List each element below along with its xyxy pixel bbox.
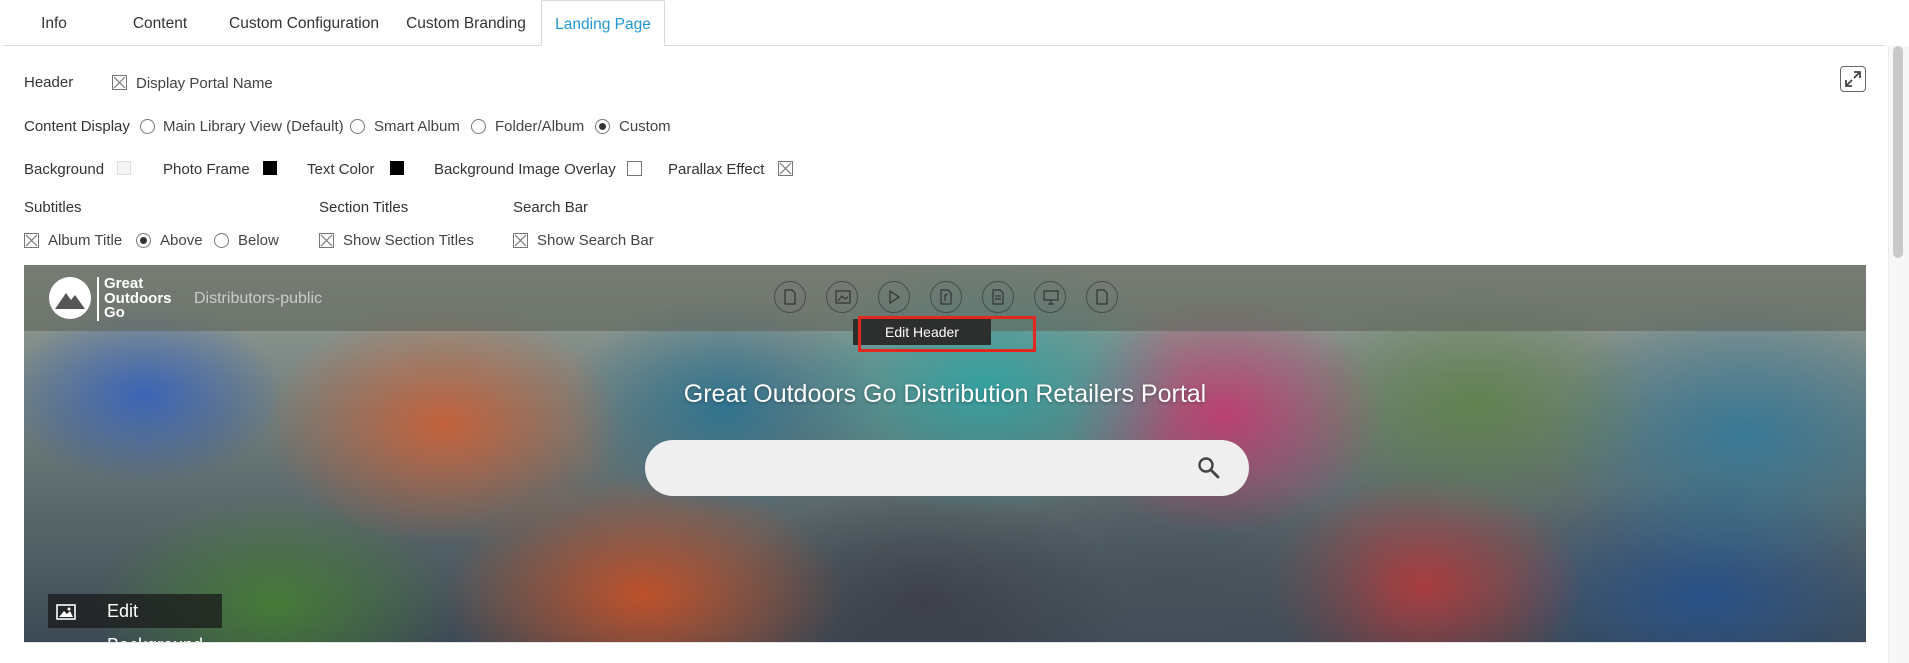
radio-main-library-view-label: Main Library View (Default)	[163, 118, 344, 135]
expand-icon	[1845, 71, 1861, 87]
preview-search-bar	[645, 440, 1249, 496]
radio-custom[interactable]	[595, 119, 610, 134]
portal-title: Great Outdoors Go Distribution Retailers…	[683, 380, 1207, 408]
logo-divider	[97, 277, 99, 321]
edit-background-button[interactable]: Edit Background	[48, 594, 222, 642]
background-image-overlay-checkbox[interactable]	[627, 161, 642, 176]
x-mark-icon	[779, 162, 792, 175]
expand-preview-button[interactable]	[1840, 66, 1866, 92]
section-titles-label: Section Titles	[319, 199, 409, 216]
parallax-effect-checkbox[interactable]	[778, 161, 793, 176]
search-input[interactable]	[669, 440, 1189, 496]
x-mark-icon	[320, 234, 333, 247]
show-section-titles-checkbox[interactable]	[319, 233, 334, 248]
tab-custom-configuration[interactable]: Custom Configuration	[214, 0, 394, 46]
radio-subtitle-above-label: Above	[160, 232, 203, 249]
presentation-icon[interactable]	[1034, 281, 1066, 313]
edit-background-label: Edit Background	[107, 601, 203, 642]
album-title-label: Album Title	[48, 232, 123, 249]
display-portal-name-label: Display Portal Name	[136, 75, 273, 92]
preview-bottom-divider	[24, 642, 1866, 643]
audio-icon[interactable]	[930, 281, 962, 313]
display-portal-name-checkbox[interactable]	[112, 75, 127, 90]
show-search-bar-label: Show Search Bar	[537, 232, 654, 249]
radio-main-library-view[interactable]	[140, 119, 155, 134]
radio-subtitle-above[interactable]	[136, 233, 151, 248]
image-icon[interactable]	[826, 281, 858, 313]
tab-landing-page[interactable]: Landing Page	[541, 0, 665, 46]
tab-info[interactable]: Info	[4, 0, 104, 46]
parallax-effect-label: Parallax Effect	[668, 161, 765, 178]
background-image-overlay-label: Background Image Overlay	[434, 161, 616, 178]
edit-header-highlight	[858, 316, 1036, 352]
logo-mountain-icon	[49, 277, 91, 319]
image-icon	[56, 604, 76, 620]
album-title-checkbox[interactable]	[24, 233, 39, 248]
radio-custom-label: Custom	[619, 118, 671, 135]
x-mark-icon	[113, 76, 126, 89]
header-label: Header	[24, 74, 74, 91]
text-color-label: Text Color	[307, 161, 375, 178]
photo-frame-color-swatch[interactable]	[263, 161, 277, 175]
tab-bar: Info Content Custom Configuration Custom…	[4, 0, 1884, 46]
x-mark-icon	[25, 234, 38, 247]
photo-frame-label: Photo Frame	[163, 161, 250, 178]
radio-smart-album-label: Smart Album	[374, 118, 460, 135]
file-icon[interactable]	[982, 281, 1014, 313]
document-icon[interactable]	[774, 281, 806, 313]
video-icon[interactable]	[878, 281, 910, 313]
subtitles-label: Subtitles	[24, 199, 82, 216]
radio-smart-album[interactable]	[350, 119, 365, 134]
content-display-label: Content Display	[24, 118, 130, 135]
background-label: Background	[24, 161, 105, 178]
text-color-swatch[interactable]	[390, 161, 404, 175]
preview-portal-name: Distributors-public	[194, 290, 323, 307]
scrollbar-thumb[interactable]	[1893, 46, 1903, 258]
show-section-titles-label: Show Section Titles	[343, 232, 474, 249]
search-bar-label: Search Bar	[513, 199, 589, 216]
radio-folder-album-label: Folder/Album	[495, 118, 585, 135]
tab-custom-branding[interactable]: Custom Branding	[396, 0, 536, 46]
radio-folder-album[interactable]	[471, 119, 486, 134]
background-color-swatch[interactable]	[117, 161, 131, 175]
radio-subtitle-below-label: Below	[238, 232, 279, 249]
radio-subtitle-below[interactable]	[214, 233, 229, 248]
tab-content[interactable]: Content	[110, 0, 210, 46]
x-mark-icon	[514, 234, 527, 247]
other-file-icon[interactable]	[1086, 281, 1118, 313]
show-search-bar-checkbox[interactable]	[513, 233, 528, 248]
logo-text: Great Outdoors Go	[104, 275, 172, 321]
search-icon[interactable]	[1197, 456, 1221, 480]
